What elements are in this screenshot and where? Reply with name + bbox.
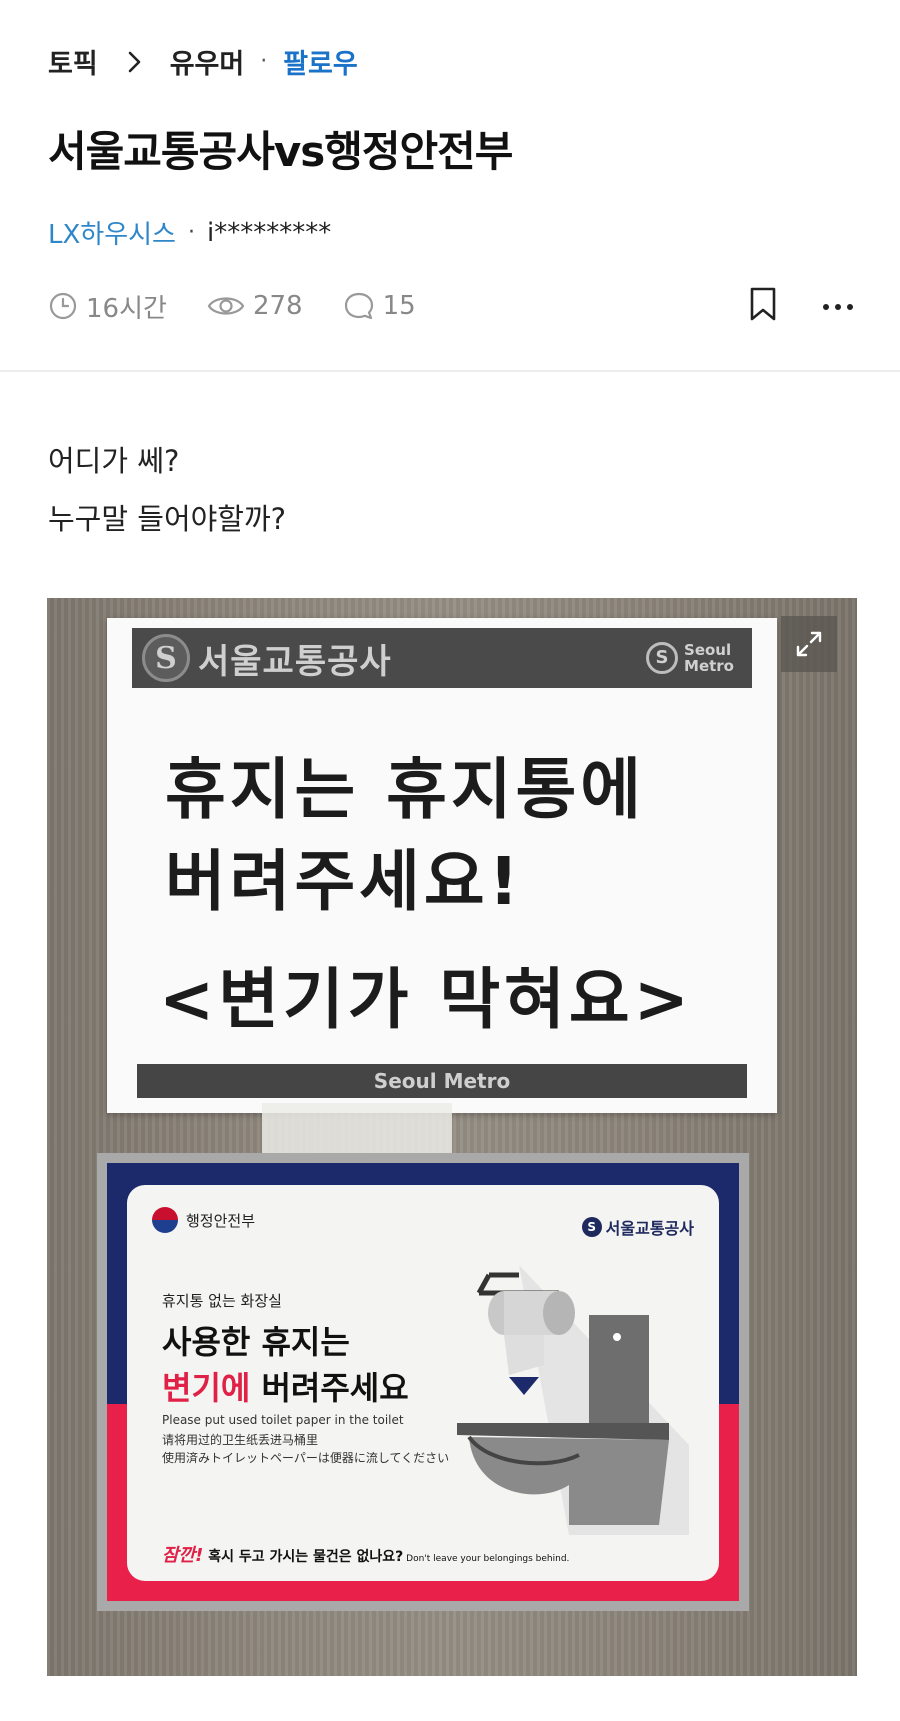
framed-sign-line2: 변기에 버려주세요 <box>162 1363 409 1409</box>
paper-sign-brand-line: Metro <box>684 657 734 675</box>
paper-sign-line1: 휴지는 휴지통에 <box>165 751 646 828</box>
framed-sign-english: Please put used toilet paper in the toil… <box>162 1413 404 1427</box>
seoul-metro-mini-logo-icon: S <box>581 1217 602 1237</box>
post-meta: 16시간 278 15 <box>48 286 854 326</box>
post-comments[interactable]: 15 <box>343 290 416 322</box>
toilet-illustration-icon <box>457 1265 689 1535</box>
more-button[interactable] <box>822 297 854 316</box>
more-icon <box>823 303 853 310</box>
framed-sign-footer: 잠깐! 혹시 두고 가시는 물건은 없나요? Don't leave your … <box>162 1541 569 1567</box>
author-separator: · <box>187 220 195 245</box>
framed-sign-chinese: 请将用过的卫生纸丢进马桶里 <box>162 1433 319 1447</box>
eye-icon <box>207 297 245 315</box>
bookmark-button[interactable] <box>748 286 778 326</box>
follow-button[interactable]: 팔로우 <box>283 42 358 81</box>
comment-icon <box>344 292 373 320</box>
post-image[interactable]: S 서울교통공사 S Seoul Metro 휴지는 휴지통에 버려주세요! <… <box>47 598 857 1676</box>
post-body: 어디가 쎄? 누구말 들어야할까? <box>48 432 286 548</box>
framed-sign-org-name: 서울교통공사 <box>605 1219 694 1238</box>
taegeuk-emblem-icon <box>152 1207 178 1233</box>
paper-sign-header: S 서울교통공사 S Seoul Metro <box>132 628 752 688</box>
framed-sign-org: S 서울교통공사 <box>581 1215 694 1239</box>
author-nickname[interactable]: i********* <box>207 218 331 248</box>
framed-sign-card: 행정안전부 S 서울교통공사 휴지통 없는 화장실 사용한 휴지는 변기에 버려… <box>127 1185 719 1581</box>
framed-sign-highlight: 변기에 <box>162 1369 251 1407</box>
expand-image-button[interactable] <box>781 616 837 672</box>
breadcrumb: 토픽 유우머 · 팔로우 <box>48 42 358 81</box>
framed-sign-line1: 사용한 휴지는 <box>162 1323 350 1361</box>
author-row: LX하우시스 · i********* <box>48 214 331 251</box>
chevron-right-icon <box>128 51 142 73</box>
framed-sign-line2-rest: 버려주세요 <box>250 1369 409 1407</box>
ministry-label: 행정안전부 <box>152 1207 255 1233</box>
paper-sign-line2: 버려주세요! <box>165 843 523 920</box>
breadcrumb-topic[interactable]: 토픽 <box>48 42 98 81</box>
seoul-metro-logo-icon: S <box>142 634 190 682</box>
breadcrumb-separator: · <box>260 49 268 74</box>
framed-sign-subtitle: 휴지통 없는 화장실 <box>162 1292 282 1310</box>
paper-sign: S 서울교통공사 S Seoul Metro 휴지는 휴지통에 버려주세요! <… <box>107 618 777 1113</box>
post-title: 서울교통공사vs행정안전부 <box>48 127 513 176</box>
expand-icon <box>796 631 822 657</box>
breadcrumb-category[interactable]: 유우머 <box>170 42 245 81</box>
paper-sign-footer: Seoul Metro <box>137 1064 747 1098</box>
seoul-metro-small-logo-icon: S <box>646 642 679 674</box>
post-time-label: 16시간 <box>86 293 167 324</box>
bookmark-icon <box>750 287 776 321</box>
post-views: 278 <box>207 291 303 321</box>
post-comments-count: 15 <box>382 291 416 321</box>
post-actions <box>748 286 854 326</box>
post-body-line: 누구말 들어야할까? <box>48 502 287 536</box>
framed-sign-footer-text: 혹시 두고 가시는 물건은 없나요? <box>203 1549 404 1565</box>
paper-sign-brand-line: Seoul <box>684 641 732 659</box>
paper-sign-org: 서울교통공사 <box>198 641 392 682</box>
ministry-name: 행정안전부 <box>186 1211 256 1230</box>
post-body-line: 어디가 쎄? <box>48 444 180 478</box>
paper-sign-line3: <변기가 막혀요> <box>159 961 693 1038</box>
framed-sign: 행정안전부 S 서울교통공사 휴지통 없는 화장실 사용한 휴지는 변기에 버려… <box>97 1153 749 1611</box>
framed-sign-background: 행정안전부 S 서울교통공사 휴지통 없는 화장실 사용한 휴지는 변기에 버려… <box>107 1163 739 1601</box>
author-company[interactable]: LX하우시스 <box>48 214 176 251</box>
framed-sign-footer-alert: 잠깐! <box>162 1545 204 1566</box>
post-time: 16시간 <box>48 288 167 325</box>
post-views-count: 278 <box>252 291 303 321</box>
framed-sign-footer-english: Don't leave your belongings behind. <box>403 1554 570 1564</box>
paper-sign-brand: S Seoul Metro <box>646 642 734 674</box>
framed-sign-japanese: 使用済みトイレットペーパーは便器に流してください <box>162 1451 450 1465</box>
clock-icon <box>49 292 77 320</box>
header-divider <box>0 370 900 372</box>
